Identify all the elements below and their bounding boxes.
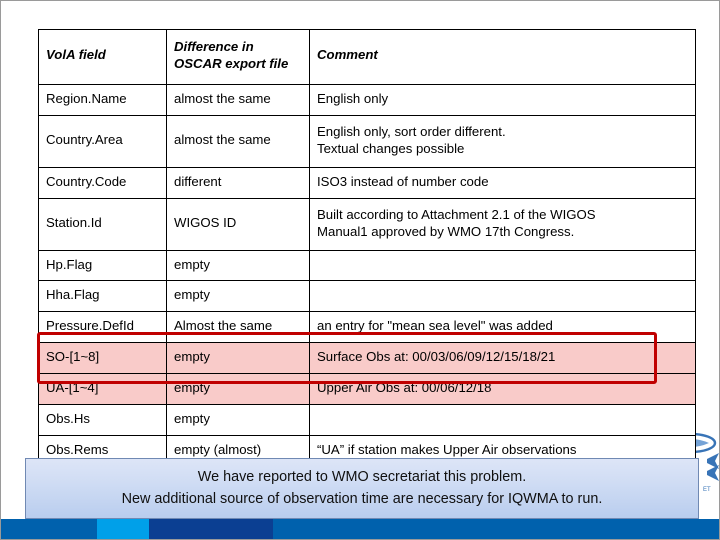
callout-line-1: We have reported to WMO secretariat this…: [197, 468, 527, 485]
cell-comment-line1: Built according to Attachment 2.1 of the…: [317, 206, 596, 222]
cell-difference: almost the same: [166, 114, 310, 168]
table-row-highlighted: UA-[1~4] empty Upper Air Obs at: 00/06/1…: [38, 373, 696, 406]
table-row: Country.Code different ISO3 instead of n…: [38, 166, 696, 199]
footer-color-bar: [1, 519, 719, 539]
table-row: Pressure.DefId Almost the same an entry …: [38, 311, 696, 344]
cell-field: Station.Id: [38, 197, 167, 251]
cell-comment: Built according to Attachment 2.1 of the…: [309, 197, 696, 251]
table-body: Region.Name almost the same English only…: [38, 83, 696, 467]
cell-difference: empty: [166, 404, 310, 436]
cell-difference: WIGOS ID: [166, 197, 310, 251]
cell-field: Country.Area: [38, 114, 167, 168]
table-row-highlighted: SO-[1~8] empty Surface Obs at: 00/03/06/…: [38, 342, 696, 375]
callout-box: We have reported to WMO secretariat this…: [25, 458, 699, 519]
column-header-difference: Difference in OSCAR export file: [166, 29, 310, 85]
table-row: Station.Id WIGOS ID Built according to A…: [38, 197, 696, 251]
cell-field: SO-[1~8]: [38, 342, 167, 375]
footer-bar-segment-navy: [149, 519, 273, 539]
table-row: Hha.Flag empty: [38, 280, 696, 313]
cell-difference: empty: [166, 373, 310, 406]
cell-comment: an entry for "mean sea level" was added: [309, 311, 696, 344]
cell-field: UA-[1~4]: [38, 373, 167, 406]
cell-comment: ISO3 instead of number code: [309, 166, 696, 199]
table-row: Obs.Hs empty: [38, 404, 696, 436]
cell-comment-line1: English only, sort order different.: [317, 123, 506, 139]
slide: ET VolA field Difference in OSCAR export…: [0, 0, 720, 540]
cell-comment: English only, sort order different. Text…: [309, 114, 696, 168]
footer-bar-segment-blue: [1, 519, 97, 539]
table-header-row: VolA field Difference in OSCAR export fi…: [38, 29, 696, 85]
cell-difference: Almost the same: [166, 311, 310, 344]
vola-oscar-comparison-table: VolA field Difference in OSCAR export fi…: [38, 29, 696, 467]
table-row: Region.Name almost the same English only: [38, 83, 696, 116]
cell-difference: different: [166, 166, 310, 199]
cell-comment: English only: [309, 83, 696, 116]
cell-difference: empty: [166, 249, 310, 282]
cell-comment-line2: Textual changes possible: [317, 140, 465, 156]
cell-comment: Surface Obs at: 00/03/06/09/12/15/18/21: [309, 342, 696, 375]
cell-field: Country.Code: [38, 166, 167, 199]
cell-comment: [309, 404, 696, 436]
column-header-comment: Comment: [309, 29, 696, 85]
cell-field: Obs.Hs: [38, 404, 167, 436]
column-header-difference-line2: OSCAR export file: [174, 55, 289, 71]
cell-comment-line2: Manual1 approved by WMO 17th Congress.: [317, 223, 575, 239]
cell-field: Region.Name: [38, 83, 167, 116]
cell-difference: empty: [166, 280, 310, 313]
footer-bar-segment-blue-right: [273, 519, 719, 539]
cell-difference: almost the same: [166, 83, 310, 116]
cell-field: Hha.Flag: [38, 280, 167, 313]
cell-field: Pressure.DefId: [38, 311, 167, 344]
cell-difference: empty: [166, 342, 310, 375]
callout-line-2: New additional source of observation tim…: [121, 490, 603, 507]
cell-comment: [309, 280, 696, 313]
cell-comment: [309, 249, 696, 282]
table-row: Country.Area almost the same English onl…: [38, 114, 696, 168]
cell-comment: Upper Air Obs at: 00/06/12/18: [309, 373, 696, 406]
column-header-vola-field: VolA field: [38, 29, 167, 85]
cell-field: Hp.Flag: [38, 249, 167, 282]
footer-bar-segment-cyan: [97, 519, 149, 539]
column-header-difference-line1: Difference in: [174, 39, 254, 54]
svg-text:ET: ET: [703, 487, 711, 493]
table-row: Hp.Flag empty: [38, 249, 696, 282]
